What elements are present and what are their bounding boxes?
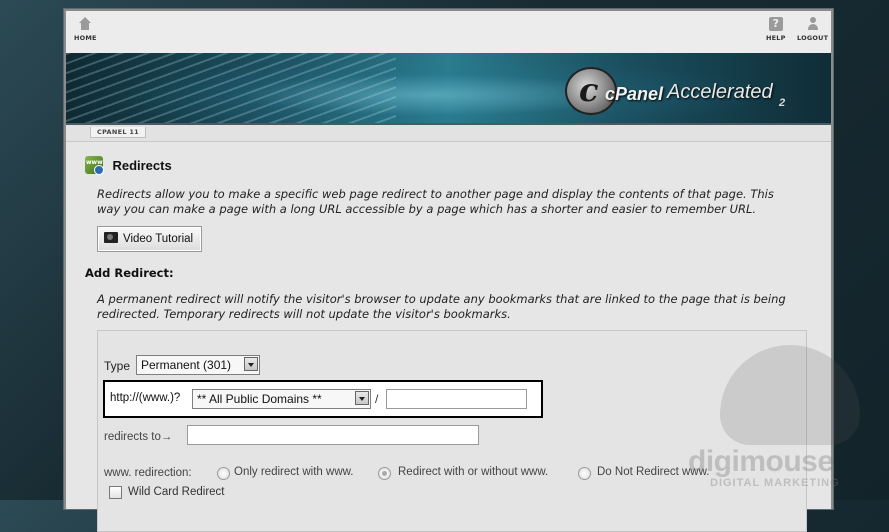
chevron-down-icon[interactable] [244,357,258,371]
wildcard-checkbox[interactable] [109,486,122,499]
help-label: HELP [766,34,786,42]
logout-label: LOGOUT [797,34,829,42]
type-label: Type [104,359,131,373]
redirects-icon: www [85,156,104,175]
main-content: www Redirects Redirects allow you to mak… [66,142,831,532]
home-label: HOME [74,34,97,42]
domain-select-value: ** All Public Domains ** [197,392,322,406]
redirects-to-label: redirects to→ [104,431,173,443]
breadcrumb-cpanel[interactable]: CPANEL 11 [90,127,146,138]
path-input[interactable] [386,389,527,409]
add-redirect-heading: Add Redirect: [85,266,174,280]
brand-suffix: Accelerated [667,81,773,103]
radio-do-not-redirect-www[interactable] [578,467,591,480]
path-separator: / [375,392,379,406]
breadcrumb: CPANEL 11 [66,125,831,142]
help-icon: ? [768,17,783,31]
add-redirect-form: Type Permanent (301) redirects to→ www. … [97,330,807,532]
page-title: Redirects [112,157,172,173]
cpanel-logo: c cPanel Accelerated 2 [565,67,795,115]
banner-cables-graphic [66,53,396,123]
redirects-to-input[interactable] [187,425,479,445]
radio-only-www-label: Only redirect with www. [234,466,354,478]
add-redirect-description: A permanent redirect will notify the vis… [97,292,786,321]
radio-with-or-without-www-label: Redirect with or without www. [398,466,549,478]
radio-do-not-redirect-www-label: Do Not Redirect www. [597,466,710,478]
radio-with-or-without-www[interactable] [378,467,391,480]
chevron-down-icon[interactable] [355,391,369,405]
protocol-label: http://(www.)? [110,392,181,404]
domain-path-highlight: http://(www.)? ** All Public Domains ** … [103,380,543,418]
radio-only-www[interactable] [217,467,230,480]
page-description: Redirects allow you to make a specific w… [97,187,774,216]
help-button[interactable]: ? HELP [766,17,786,42]
logout-button[interactable]: LOGOUT [797,17,828,42]
home-button[interactable]: HOME [74,17,97,42]
video-camera-icon [104,232,118,244]
wildcard-label: Wild Card Redirect [128,486,225,498]
redirect-type-value: Permanent (301) [141,358,232,372]
home-icon [78,17,92,31]
www-redirection-label: www. redirection: [104,467,192,479]
top-navigation: HOME ? HELP LOGOUT [66,11,831,53]
page-title-row: www Redirects [85,156,172,175]
brand-name: cPanel [605,84,664,104]
logout-icon [806,17,820,31]
redirect-type-select[interactable]: Permanent (301) [136,355,260,375]
page-area: HOME ? HELP LOGOUT c cPanel Accelerated … [66,11,831,532]
video-tutorial-label: Video Tutorial [123,233,194,245]
header-banner: c cPanel Accelerated 2 [66,53,831,125]
cpanel-window: HOME ? HELP LOGOUT c cPanel Accelerated … [63,8,834,532]
brand-version: 2 [779,97,786,109]
video-tutorial-button[interactable]: Video Tutorial [97,226,203,252]
domain-select[interactable]: ** All Public Domains ** [192,389,371,409]
